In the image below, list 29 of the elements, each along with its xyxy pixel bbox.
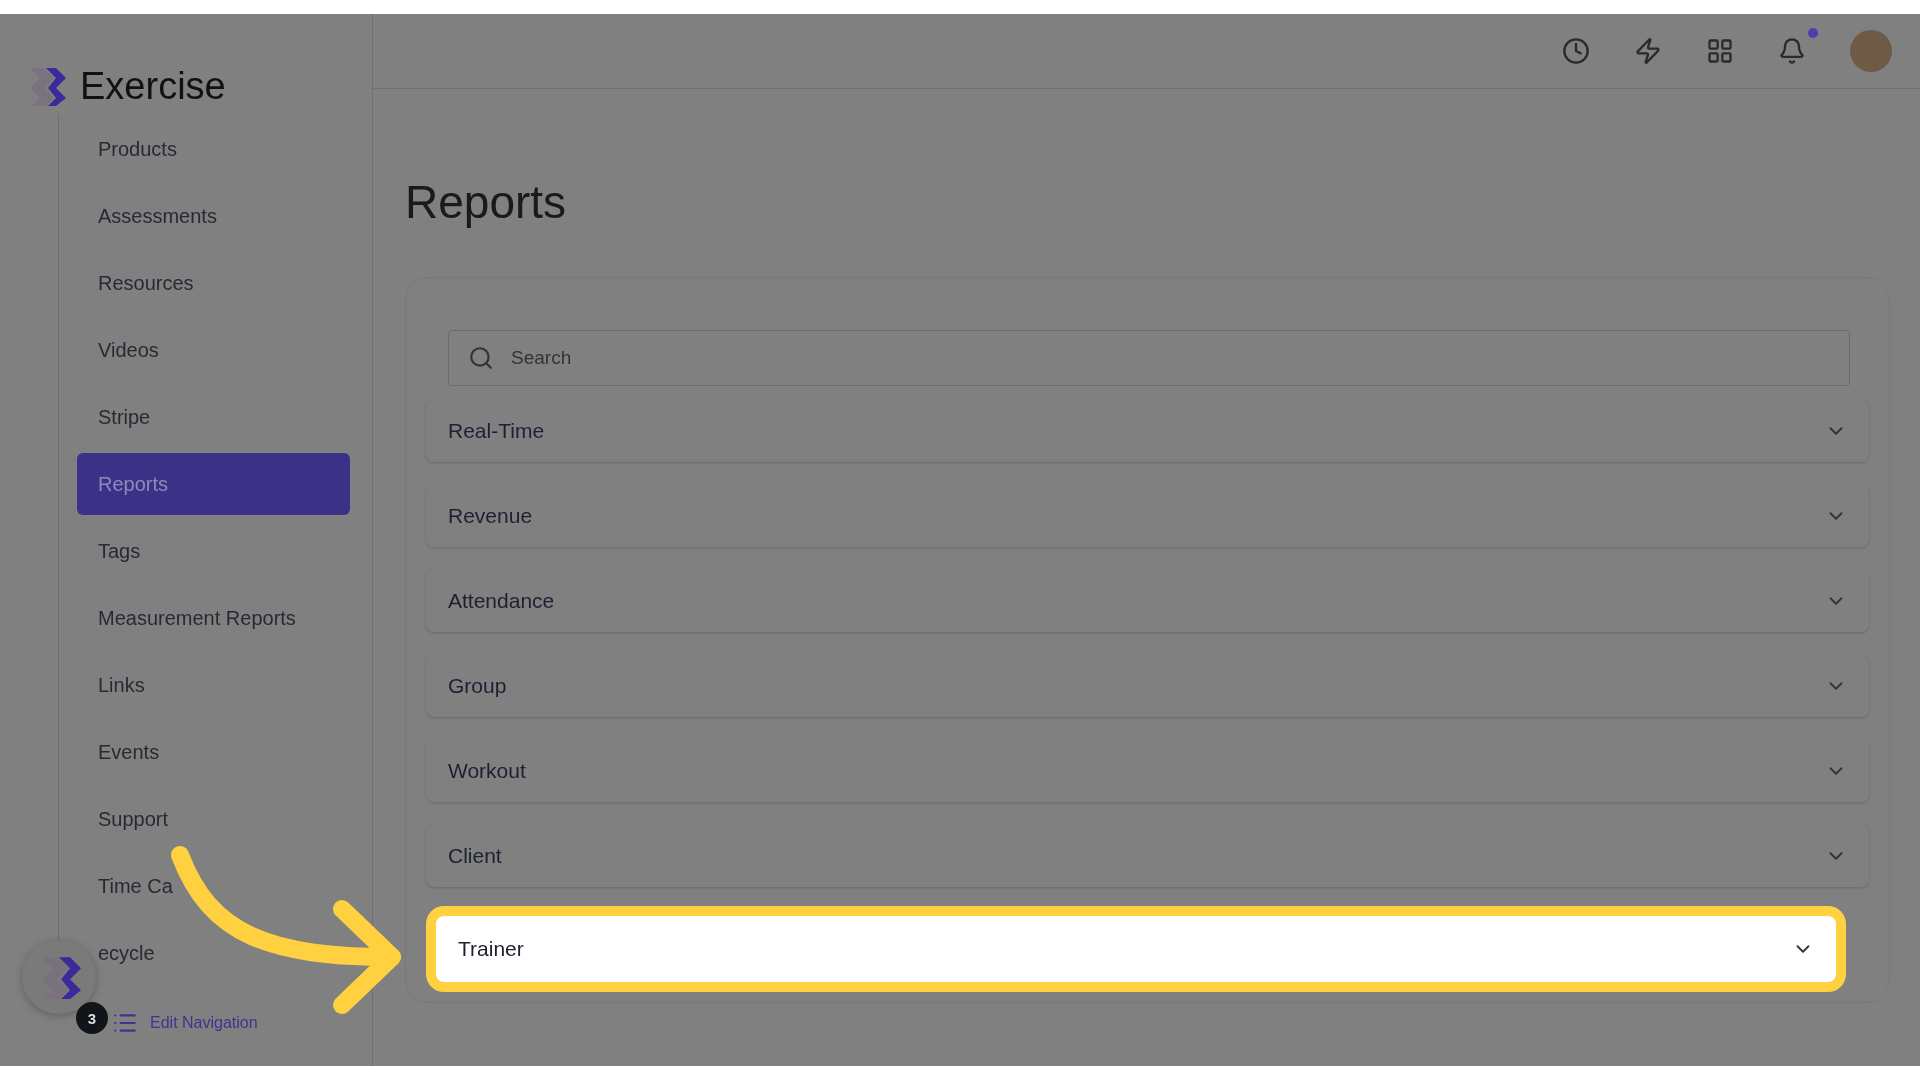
brand-name: Exercise: [80, 64, 226, 108]
nav-item[interactable]: Measurement Reports: [98, 587, 296, 649]
nav-item[interactable]: Time Ca: [98, 855, 173, 917]
nav-item[interactable]: Tags: [98, 520, 141, 582]
count-badge: 3: [76, 1002, 108, 1034]
nav-item[interactable]: Reports: [77, 453, 350, 515]
grid-icon[interactable]: [1706, 37, 1734, 65]
nav-item[interactable]: Products: [98, 118, 177, 180]
report-section-row[interactable]: Client: [426, 825, 1869, 887]
clock-icon[interactable]: [1562, 37, 1590, 65]
nav-item[interactable]: Assessments: [98, 185, 217, 247]
search-icon: [468, 345, 494, 371]
report-section-row[interactable]: Attendance: [426, 570, 1869, 632]
report-section-row[interactable]: Group: [426, 655, 1869, 717]
nav-item[interactable]: Support: [98, 788, 169, 850]
report-section-row[interactable]: Workout: [426, 740, 1869, 802]
nav-item[interactable]: Resources: [98, 252, 194, 314]
lightning-icon[interactable]: [1634, 37, 1662, 65]
report-section-row[interactable]: Revenue: [426, 485, 1869, 547]
page-title: Reports: [405, 175, 568, 230]
search-field[interactable]: Search: [448, 330, 1850, 386]
nav-item[interactable]: Events: [98, 721, 160, 783]
nav-item[interactable]: Videos: [98, 319, 159, 381]
nav-item[interactable]: Links: [98, 654, 145, 716]
report-section-row[interactable]: Real-Time: [426, 400, 1869, 462]
nav-item[interactable]: Stripe: [98, 386, 151, 448]
edit-navigation-link[interactable]: Edit Navigation: [150, 1014, 258, 1032]
nav-item[interactable]: ecycle: [98, 922, 155, 984]
helper-bubble[interactable]: [22, 940, 96, 1014]
